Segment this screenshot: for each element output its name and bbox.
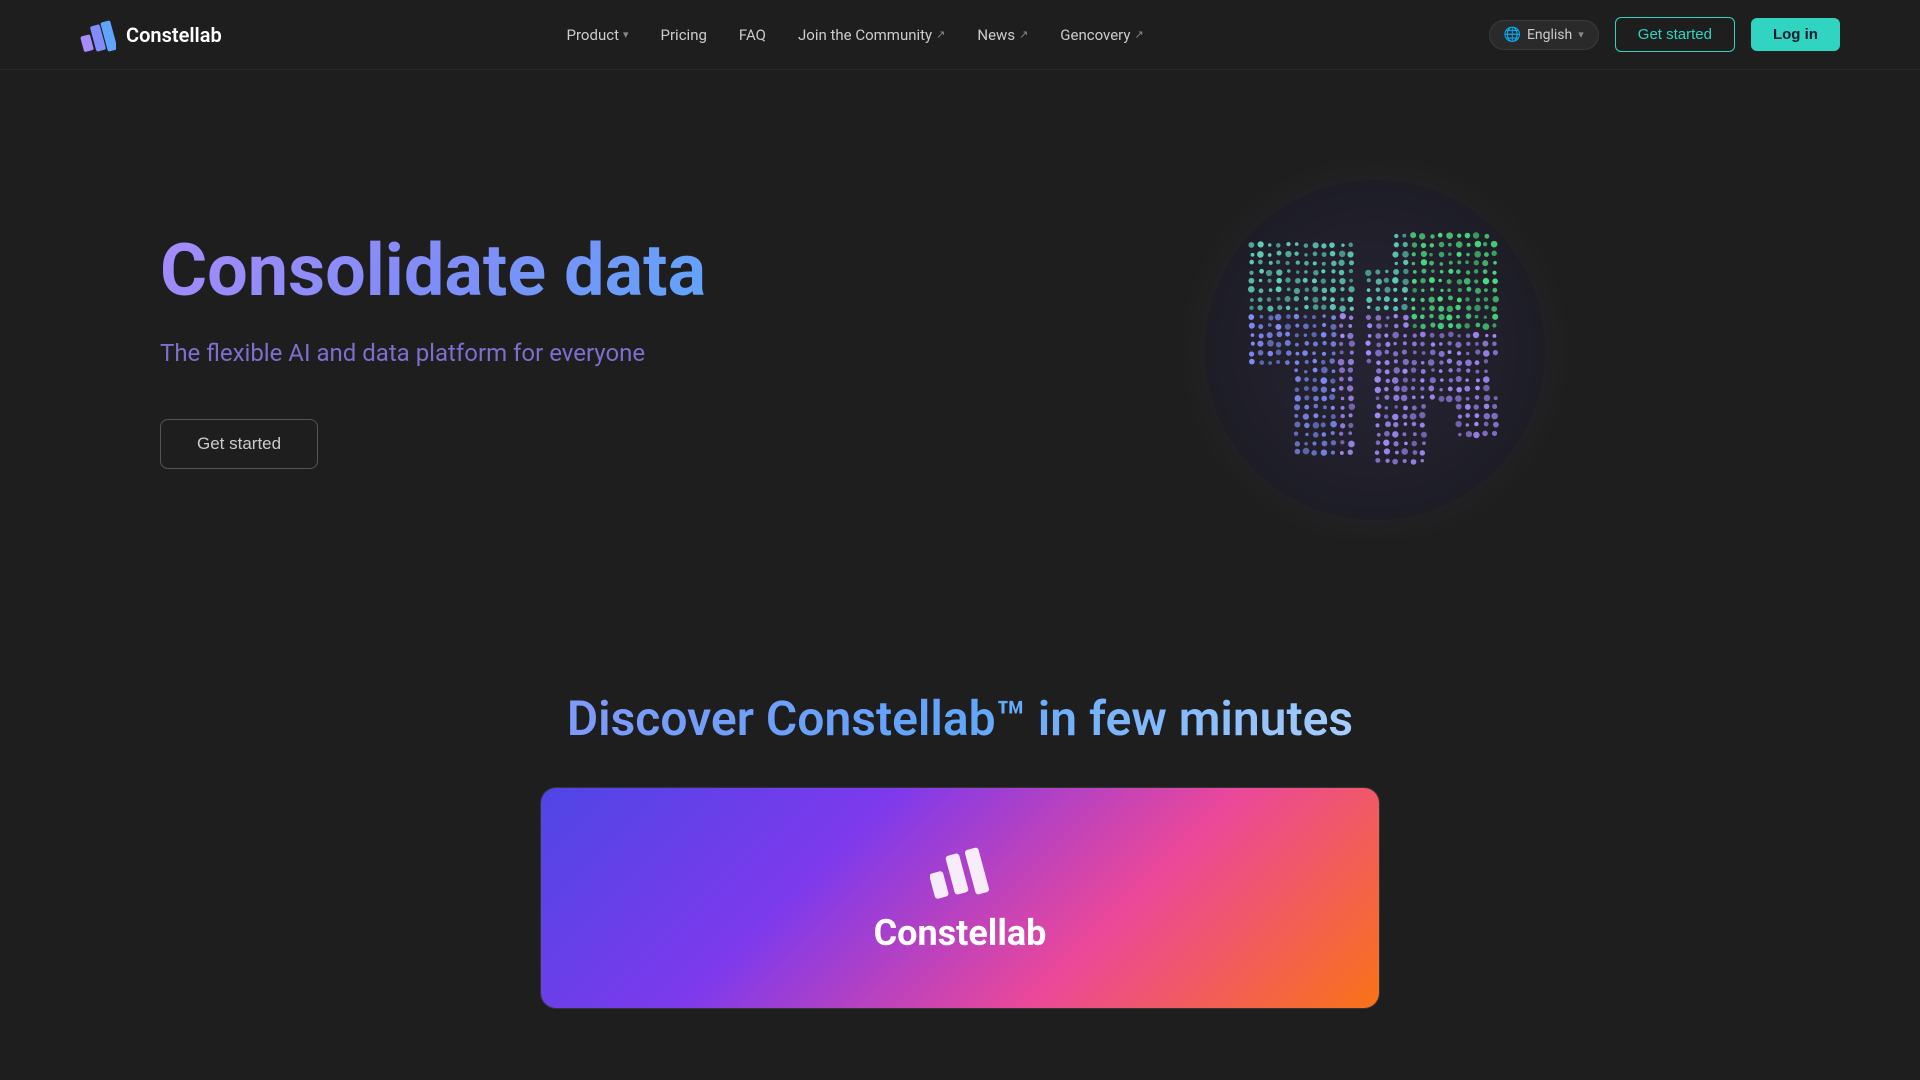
external-link-icon: ↗ bbox=[1019, 28, 1028, 41]
navbar: Constellab Product ▾ Pricing FAQ Join th… bbox=[0, 0, 1920, 70]
globe-container: dots generated below via JS bbox=[1185, 160, 1565, 540]
chevron-down-icon: ▾ bbox=[623, 28, 629, 41]
discover-section: Discover Constellab™ in few minutes Cons… bbox=[0, 630, 1920, 1009]
video-preview[interactable]: Constellab bbox=[540, 787, 1380, 1009]
globe-icon: 🌐 bbox=[1504, 27, 1521, 43]
language-selector[interactable]: 🌐 English ▾ bbox=[1489, 20, 1599, 50]
nav-community[interactable]: Join the Community ↗ bbox=[798, 26, 945, 44]
hero-visual: dots generated below via JS bbox=[990, 160, 1760, 540]
video-brand-name: Constellab bbox=[874, 912, 1047, 954]
nav-right-actions: 🌐 English ▾ Get started Log in bbox=[1489, 17, 1840, 52]
logo-icon bbox=[80, 17, 116, 53]
brand-logo[interactable]: Constellab bbox=[80, 17, 222, 53]
hero-content: Consolidate data The flexible AI and dat… bbox=[160, 231, 990, 468]
nav-login-button[interactable]: Log in bbox=[1751, 18, 1840, 51]
nav-get-started-button[interactable]: Get started bbox=[1615, 17, 1735, 52]
nav-product[interactable]: Product ▾ bbox=[567, 26, 629, 44]
nav-links: Product ▾ Pricing FAQ Join the Community… bbox=[567, 26, 1144, 44]
video-logo-area: Constellab bbox=[874, 842, 1047, 954]
hero-subtitle: The flexible AI and data platform for ev… bbox=[160, 335, 645, 371]
globe-svg: dots generated below via JS bbox=[1185, 160, 1565, 540]
video-thumbnail: Constellab bbox=[541, 788, 1379, 1008]
nav-pricing[interactable]: Pricing bbox=[661, 26, 707, 44]
nav-faq[interactable]: FAQ bbox=[739, 26, 766, 44]
nav-gencovery[interactable]: Gencovery ↗ bbox=[1060, 26, 1143, 44]
video-logo-icon bbox=[930, 842, 990, 902]
chevron-down-icon: ▾ bbox=[1578, 28, 1584, 41]
hero-section: Consolidate data The flexible AI and dat… bbox=[0, 70, 1920, 630]
external-link-icon: ↗ bbox=[936, 28, 945, 41]
brand-name: Constellab bbox=[126, 23, 222, 47]
external-link-icon: ↗ bbox=[1134, 28, 1143, 41]
hero-title: Consolidate data bbox=[160, 231, 706, 310]
discover-title: Discover Constellab™ in few minutes bbox=[80, 690, 1840, 747]
hero-get-started-button[interactable]: Get started bbox=[160, 419, 318, 469]
nav-news[interactable]: News ↗ bbox=[977, 26, 1028, 44]
